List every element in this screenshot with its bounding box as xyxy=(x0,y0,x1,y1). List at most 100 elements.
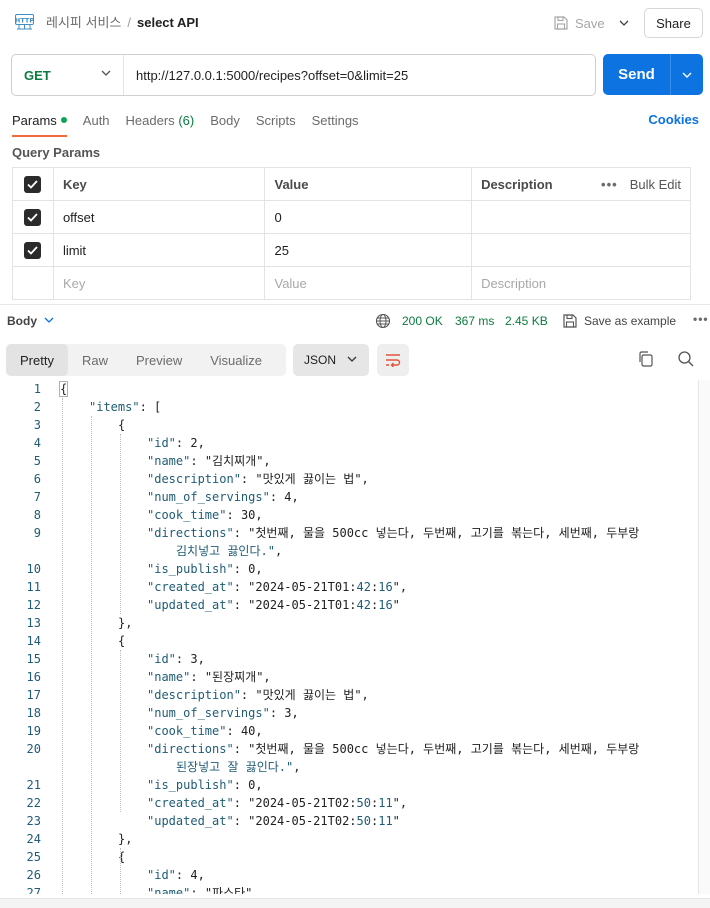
url-input[interactable]: http://127.0.0.1:5000/recipes?offset=0&l… xyxy=(124,68,408,83)
send-button-group: Send xyxy=(603,54,703,95)
code-text: "updated_at": "2024-05-21T01:42:16" xyxy=(147,598,400,612)
bulk-edit-button[interactable]: Bulk Edit xyxy=(630,177,681,192)
send-button[interactable]: Send xyxy=(603,66,670,83)
response-time[interactable]: 367 ms xyxy=(455,314,494,328)
new-key-input[interactable]: Key xyxy=(52,266,266,300)
save-button[interactable]: Save xyxy=(553,12,605,34)
wrap-lines-button[interactable] xyxy=(377,344,409,376)
code-text: "updated_at": "2024-05-21T02:50:11" xyxy=(147,814,400,828)
tab-headers[interactable]: Headers (6) xyxy=(126,113,195,128)
line-number: 15 xyxy=(26,652,41,666)
tab-pretty[interactable]: Pretty xyxy=(6,344,68,376)
more-options-icon[interactable]: ••• xyxy=(601,177,618,192)
code-line: 15 "id": 3, xyxy=(0,650,698,668)
code-line: 12 "updated_at": "2024-05-21T01:42:16" xyxy=(0,596,698,614)
format-label: JSON xyxy=(304,353,337,367)
tab-params-label: Params xyxy=(12,112,57,128)
line-number: 13 xyxy=(26,616,41,630)
header-key: Key xyxy=(52,167,266,201)
send-options-button[interactable] xyxy=(671,72,703,78)
code-text: 된장넣고 잘 끓인다.", xyxy=(176,760,301,774)
code-text: "cook_time": 30, xyxy=(147,508,263,522)
code-line: 11 "created_at": "2024-05-21T01:42:16", xyxy=(0,578,698,596)
tab-scripts[interactable]: Scripts xyxy=(256,113,296,128)
param-check-cell xyxy=(12,233,54,267)
code-text: "is_publish": 0, xyxy=(147,562,263,576)
param-row: limit 25 xyxy=(12,233,691,267)
request-name[interactable]: select API xyxy=(137,15,199,30)
svg-text:HTTP: HTTP xyxy=(15,16,34,24)
code-text: "name": "된장찌개", xyxy=(147,670,271,684)
response-more-options-icon[interactable]: ••• xyxy=(693,312,709,326)
tab-auth[interactable]: Auth xyxy=(83,113,110,128)
param-key[interactable]: offset xyxy=(52,200,266,234)
line-number: 8 xyxy=(33,508,41,522)
tab-body[interactable]: Body xyxy=(210,113,240,128)
code-line: 22 "created_at": "2024-05-21T02:50:11", xyxy=(0,794,698,812)
status-code[interactable]: 200 OK xyxy=(402,314,443,328)
param-checkbox[interactable] xyxy=(24,241,42,259)
param-value[interactable]: 25 xyxy=(264,233,473,267)
code-text: "directions": "첫번째, 물을 500cc 넣는다, 두번째, 고… xyxy=(147,742,640,756)
code-text: "created_at": "2024-05-21T02:50:11", xyxy=(147,796,408,810)
line-number: 16 xyxy=(26,670,41,684)
code-line: 16 "name": "된장찌개", xyxy=(0,668,698,686)
code-text: "id": 3, xyxy=(147,652,205,666)
code-line: 18 "num_of_servings": 3, xyxy=(0,704,698,722)
param-key[interactable]: limit xyxy=(52,233,266,267)
save-icon xyxy=(554,16,568,30)
code-line: 25{ xyxy=(0,848,698,866)
new-description-input[interactable]: Description xyxy=(471,266,691,300)
line-number: 22 xyxy=(26,796,41,810)
search-icon[interactable] xyxy=(677,350,695,368)
line-number: 20 xyxy=(26,742,41,756)
tab-params[interactable]: Params xyxy=(12,112,67,137)
format-select[interactable]: JSON xyxy=(293,344,369,376)
check-icon xyxy=(27,245,39,255)
breadcrumb-collection[interactable]: 레시피 서비스 xyxy=(46,15,121,30)
param-value[interactable]: 0 xyxy=(264,200,473,234)
save-options-button[interactable] xyxy=(614,14,634,32)
code-line: 7 "num_of_servings": 4, xyxy=(0,488,698,506)
line-number: 12 xyxy=(26,598,41,612)
new-value-input[interactable]: Value xyxy=(264,266,473,300)
save-as-example-button[interactable]: Save as example xyxy=(584,314,676,328)
code-line: 24}, xyxy=(0,830,698,848)
param-description[interactable] xyxy=(471,233,691,267)
tab-headers-count: (6) xyxy=(178,112,195,128)
response-body-code[interactable]: 1{2 "items": [3{4 "id": 2, 5 "name": "김치찌개",… xyxy=(0,380,698,894)
line-number: 14 xyxy=(26,634,41,648)
code-text: "description": "맛있게 끓이는 법", xyxy=(147,688,369,702)
code-scrollbar[interactable] xyxy=(698,380,710,894)
chevron-down-icon[interactable] xyxy=(44,317,54,323)
share-button[interactable]: Share xyxy=(644,8,703,38)
response-size[interactable]: 2.45 KB xyxy=(505,314,548,328)
check-icon xyxy=(27,179,39,189)
select-all-checkbox[interactable] xyxy=(24,175,42,193)
method-select[interactable]: GET xyxy=(12,55,124,95)
code-text: "id": 2, xyxy=(147,436,205,450)
method-label: GET xyxy=(24,67,51,83)
code-line: 3{ xyxy=(0,416,698,434)
copy-icon[interactable] xyxy=(637,350,655,368)
tab-raw[interactable]: Raw xyxy=(68,344,122,376)
line-number: 24 xyxy=(26,832,41,846)
params-active-dot xyxy=(60,117,67,124)
check-icon xyxy=(27,212,39,222)
tab-visualize[interactable]: Visualize xyxy=(196,344,276,376)
code-line: 21 "is_publish": 0, xyxy=(0,776,698,794)
line-number: 18 xyxy=(26,706,41,720)
globe-icon[interactable] xyxy=(375,313,391,329)
indent-guide xyxy=(62,398,63,894)
tab-settings[interactable]: Settings xyxy=(312,113,359,128)
code-line: 된장넣고 잘 끓인다.", xyxy=(0,758,698,776)
response-body-label[interactable]: Body xyxy=(7,314,37,328)
param-checkbox[interactable] xyxy=(24,208,42,226)
tab-preview[interactable]: Preview xyxy=(122,344,196,376)
query-params-table: Key Value Description ••• Bulk Edit offse… xyxy=(12,167,692,300)
line-number: 11 xyxy=(26,580,41,594)
param-description[interactable] xyxy=(471,200,691,234)
code-text: "description": "맛있게 끓이는 법", xyxy=(147,472,369,486)
line-number: 26 xyxy=(26,868,41,882)
cookies-link[interactable]: Cookies xyxy=(648,112,699,127)
